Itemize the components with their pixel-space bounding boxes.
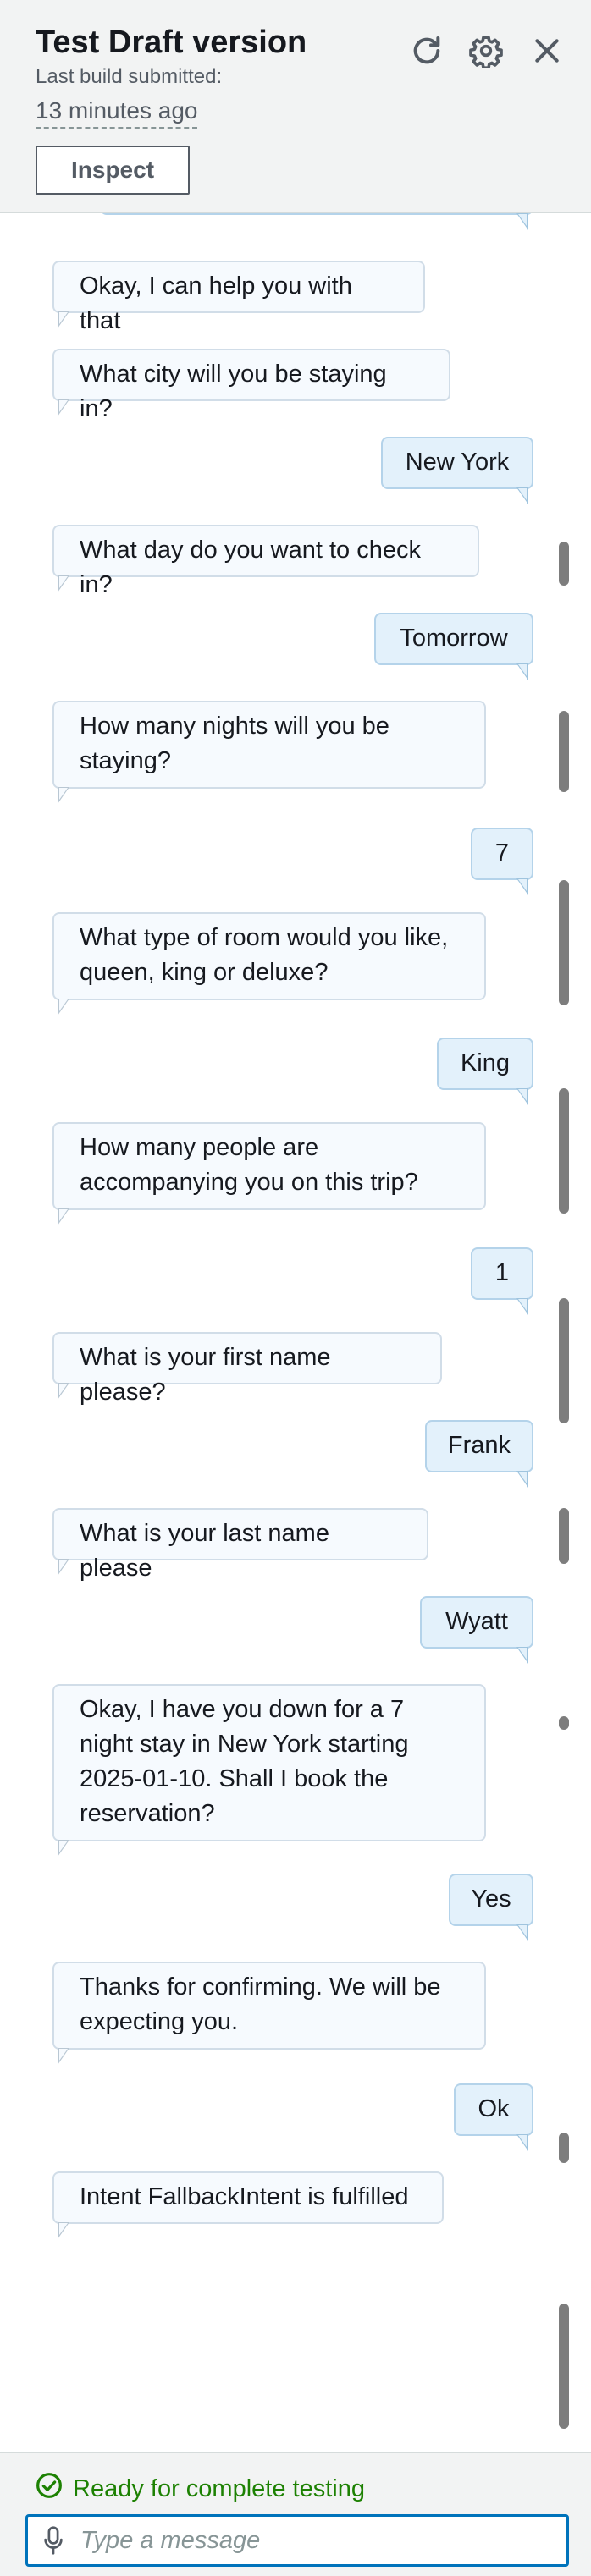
- chat-message-bot: What city will you be staying in?: [52, 349, 450, 422]
- refresh-icon[interactable]: [408, 32, 445, 69]
- scrollbar-segment: [559, 880, 569, 1005]
- chat-message-user: Yes: [449, 1874, 533, 1941]
- gear-icon[interactable]: [467, 32, 505, 69]
- chat-message-user-partial: [100, 213, 533, 230]
- build-status-label: Last build submitted:: [36, 65, 223, 88]
- chat-message-bot: Thanks for confirming. We will be expect…: [52, 1962, 486, 2065]
- chat-message-bot: What day do you want to check in?: [52, 525, 479, 598]
- chat-message-bot: Intent FallbackIntent is fulfilled: [52, 2171, 444, 2239]
- build-time-ago[interactable]: 13 minutes ago: [36, 96, 198, 129]
- chat-message-user: 7: [471, 828, 533, 895]
- message-input[interactable]: [79, 2516, 566, 2565]
- chat-message-user: Frank: [425, 1420, 533, 1488]
- chat-message-bot: How many nights will you be staying?: [52, 701, 486, 804]
- scrollbar-segment: [559, 1716, 569, 1730]
- scrollbar-segment: [559, 542, 569, 586]
- chat-message-bot: What type of room would you like, queen,…: [52, 912, 486, 1016]
- chat-message-bot: Okay, I have you down for a 7 night stay…: [52, 1684, 486, 1857]
- check-circle-icon: [36, 2472, 63, 2506]
- scrollbar-segment: [559, 711, 569, 792]
- chat-message-bot: What is your first name please?: [52, 1332, 442, 1406]
- message-composer[interactable]: [25, 2514, 569, 2567]
- panel-title: Test Draft version: [36, 25, 307, 60]
- chat-message-bot: How many people are accompanying you on …: [52, 1122, 486, 1225]
- conversation-log[interactable]: Okay, I can help you with that What city…: [0, 213, 591, 2452]
- chat-message-user: Wyatt: [420, 1596, 533, 1664]
- build-status: Ready for complete testing: [36, 2472, 365, 2506]
- chat-message-user: Ok: [454, 2083, 533, 2151]
- test-panel-header: Test Draft version Last build submitted:…: [0, 0, 591, 213]
- scrollbar-segment: [559, 1088, 569, 1214]
- chat-message-user: Tomorrow: [374, 613, 533, 680]
- scrollbar-segment: [559, 1508, 569, 1564]
- chat-message-user: New York: [381, 437, 533, 504]
- chat-message-user: 1: [471, 1247, 533, 1315]
- chat-message-bot: What is your last name please: [52, 1508, 428, 1582]
- test-panel-footer: Ready for complete testing: [0, 2452, 591, 2576]
- scrollbar-segment: [559, 2133, 569, 2163]
- status-text: Ready for complete testing: [73, 2474, 365, 2502]
- scrollbar-segment: [559, 2304, 569, 2429]
- inspect-button[interactable]: Inspect: [36, 146, 190, 195]
- scrollbar-segment: [559, 1298, 569, 1423]
- chat-message-user: King: [437, 1038, 533, 1105]
- close-icon[interactable]: [528, 32, 566, 69]
- chat-message-bot: Okay, I can help you with that: [52, 261, 425, 334]
- microphone-icon[interactable]: [28, 2517, 79, 2564]
